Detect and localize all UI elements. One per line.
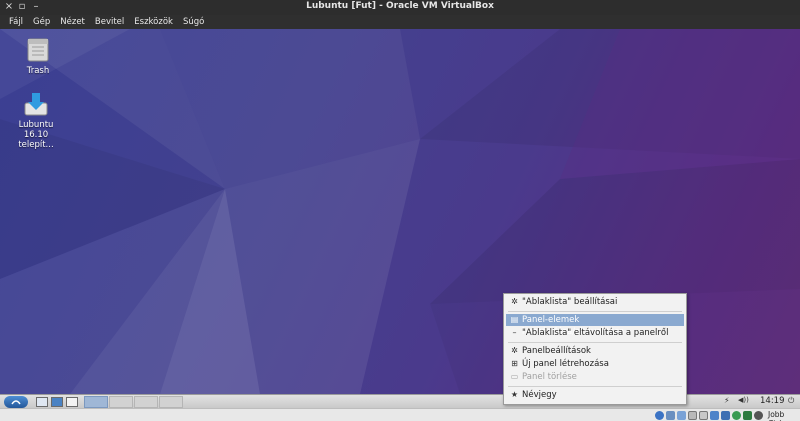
usb-icon[interactable]: [677, 411, 686, 420]
trash-desktop-icon[interactable]: Trash: [8, 37, 68, 76]
trash-label: Trash: [26, 66, 50, 76]
window-title: Lubuntu [Fut] - Oracle VM VirtualBox: [306, 1, 494, 11]
menu-item-label: Új panel létrehozása: [522, 359, 609, 369]
menu-item-label: Névjegy: [522, 390, 557, 400]
menu-item-add-remove-panel-items[interactable]: ▤ Panel-elemek hozzáadása/eltávolítása: [506, 314, 684, 337]
menu-help[interactable]: Súgó: [178, 17, 209, 27]
browser-launcher[interactable]: [66, 397, 78, 407]
shared-folder-icon[interactable]: [688, 411, 697, 420]
start-menu-button[interactable]: [4, 396, 28, 408]
add-panel-icon: ⊞: [511, 359, 518, 368]
menu-file[interactable]: Fájl: [4, 17, 28, 27]
menu-item-label: Panelbeállítások: [522, 346, 591, 356]
installer-label-line1: Lubuntu: [18, 120, 54, 130]
keyboard-capture-icon[interactable]: [754, 411, 763, 420]
trash-icon: [25, 37, 51, 63]
minus-icon: –: [512, 328, 517, 337]
gear-icon: ✲: [511, 297, 518, 306]
gear-icon: ✲: [511, 346, 518, 355]
menu-item-label: "Ablaklista" beállításai: [522, 297, 618, 307]
delete-panel-icon: ▭: [510, 372, 519, 381]
audio-icon[interactable]: [666, 411, 675, 420]
vm-state-icon[interactable]: [732, 411, 741, 420]
recording-icon[interactable]: [721, 411, 730, 420]
menu-machine[interactable]: Gép: [28, 17, 55, 27]
mouse-integration-icon[interactable]: [743, 411, 752, 420]
taskbar-slot-active[interactable]: [84, 396, 108, 408]
installer-download-icon: [23, 91, 49, 117]
menu-item-windowlist-settings[interactable]: ✲ "Ablaklista" beállításai: [506, 296, 684, 308]
lubuntu-logo-icon: [11, 400, 21, 405]
menu-input[interactable]: Bevitel: [90, 17, 129, 27]
window-titlebar: × ▫ – Lubuntu [Fut] - Oracle VM VirtualB…: [0, 0, 800, 15]
vm-statusbar: Jobb Ctrl: [0, 408, 800, 421]
star-icon: ★: [510, 390, 519, 399]
device-indicators: [655, 411, 763, 420]
menu-item-create-panel[interactable]: ⊞ Új panel létrehozása: [506, 358, 684, 370]
installer-desktop-icon[interactable]: Lubuntu 16.10 telepít...: [6, 91, 66, 150]
menu-separator: [508, 342, 682, 343]
menu-item-label: "Ablaklista" eltávolítása a panelről: [522, 328, 669, 338]
menu-devices[interactable]: Eszközök: [129, 17, 178, 27]
show-desktop-button[interactable]: [36, 397, 48, 407]
taskbar-slot[interactable]: [109, 396, 133, 408]
file-manager-launcher[interactable]: [51, 397, 63, 407]
menu-separator: [508, 386, 682, 387]
taskbar-slot[interactable]: [134, 396, 158, 408]
menu-separator: [508, 311, 682, 312]
list-icon: ▤: [510, 315, 519, 324]
panel-clock[interactable]: 14:19: [760, 396, 785, 406]
taskbar-slot[interactable]: [159, 396, 183, 408]
power-icon[interactable]: ⚡: [724, 396, 730, 405]
display-icon[interactable]: [699, 411, 708, 420]
menubar: Fájl Gép Nézet Bevitel Eszközök Súgó: [0, 15, 800, 29]
logout-icon[interactable]: ⏻: [788, 396, 794, 406]
menu-view[interactable]: Nézet: [55, 17, 90, 27]
host-key-label: Jobb Ctrl: [768, 410, 785, 421]
menu-item-panel-settings[interactable]: ✲ Panelbeállítások: [506, 345, 684, 357]
volume-icon[interactable]: ◀)): [738, 396, 749, 404]
menu-item-remove-windowlist[interactable]: – "Ablaklista" eltávolítása a panelről: [506, 327, 684, 339]
menu-item-delete-panel: ▭ Panel törlése: [506, 371, 684, 383]
network-icon[interactable]: [710, 411, 719, 420]
optical-drive-icon[interactable]: [655, 411, 664, 420]
menu-item-about[interactable]: ★ Névjegy: [506, 389, 684, 401]
menu-item-label: Panel törlése: [522, 372, 577, 382]
panel-context-menu: ✲ "Ablaklista" beállításai ▤ Panel-eleme…: [503, 293, 687, 405]
installer-label-line2: 16.10 telepít...: [18, 130, 54, 150]
